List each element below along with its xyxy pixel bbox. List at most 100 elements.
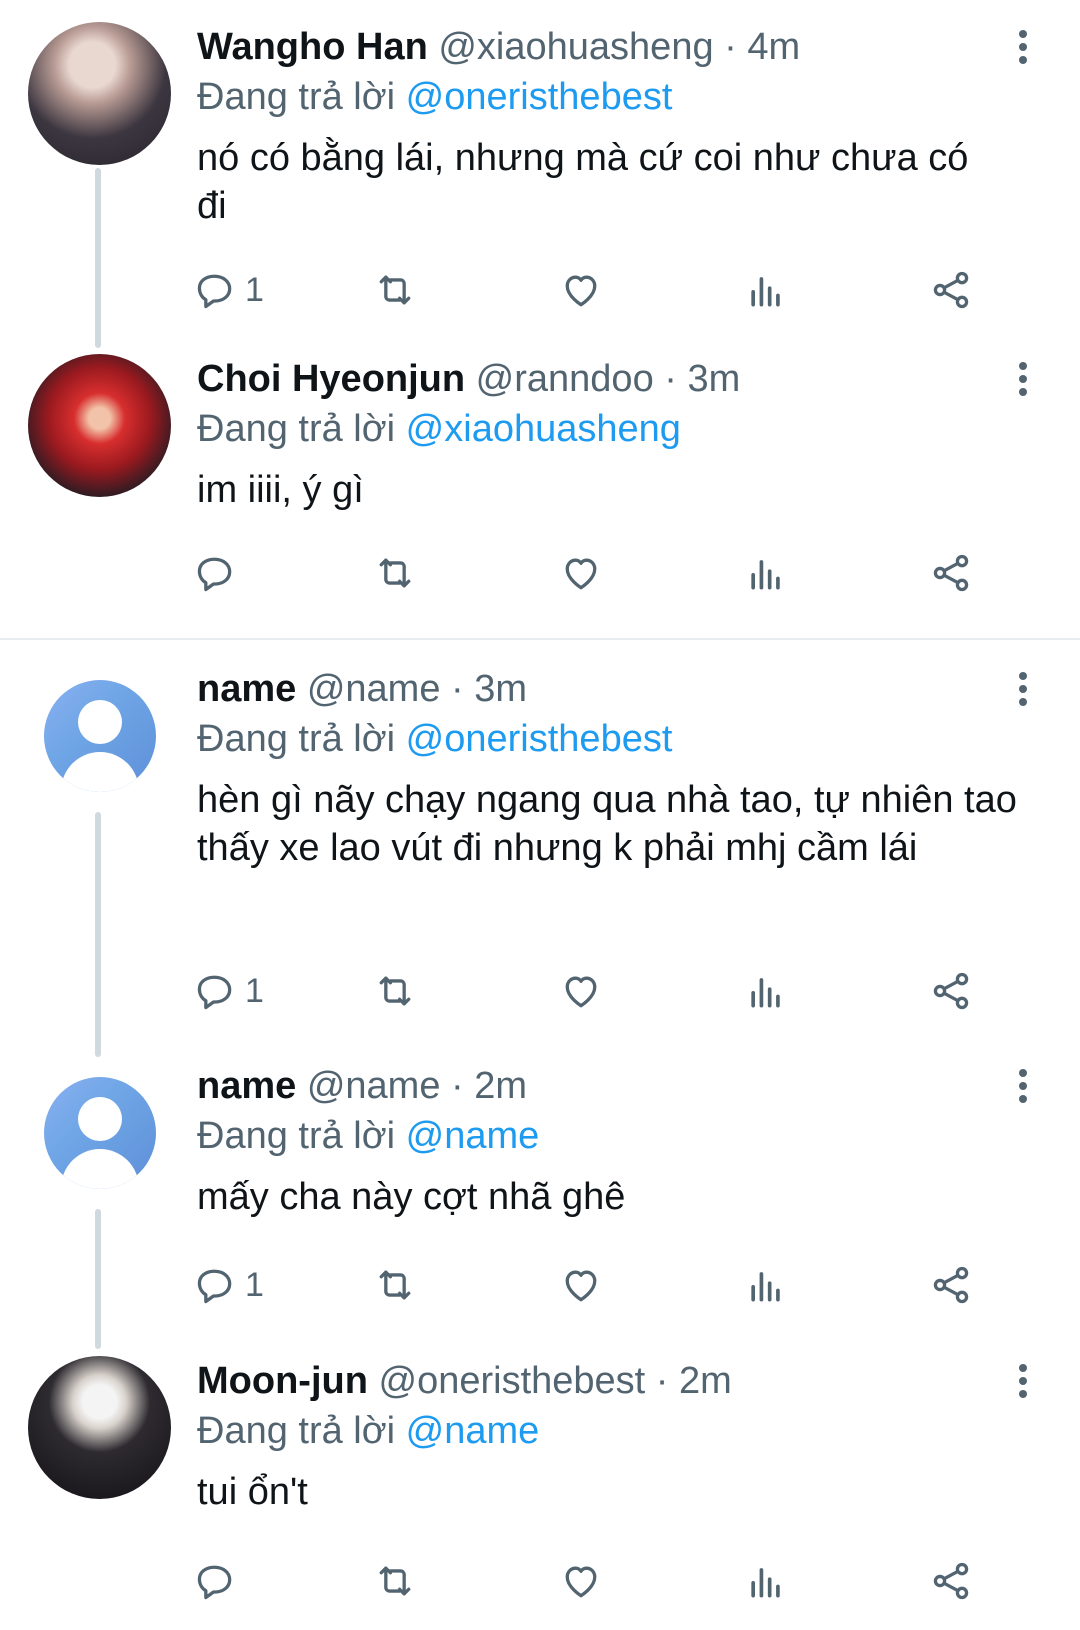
share-icon <box>933 972 969 1010</box>
separator-dot: · <box>724 26 737 68</box>
reply-icon <box>197 1269 232 1304</box>
author-handle[interactable]: @ranndoo <box>476 358 654 400</box>
author-handle[interactable]: @xiaohuasheng <box>438 26 713 68</box>
reply-mention[interactable]: @oneristhebest <box>406 76 673 118</box>
views-icon <box>751 560 780 590</box>
retweet-button[interactable] <box>373 966 417 1016</box>
reply-prefix: Đang trả lời <box>197 408 396 450</box>
more-icon[interactable] <box>1016 1364 1030 1403</box>
avatar[interactable] <box>44 1077 156 1189</box>
separator-dot: · <box>664 358 677 400</box>
reply-button[interactable] <box>193 1556 245 1606</box>
share-icon <box>933 1266 969 1304</box>
reply-button[interactable]: 1 <box>193 265 264 315</box>
views-button[interactable] <box>744 966 788 1016</box>
author-handle[interactable]: @oneristhebest <box>379 1360 646 1402</box>
timestamp[interactable]: 3m <box>474 668 527 710</box>
author-handle[interactable]: @name <box>307 1065 441 1107</box>
default-avatar-body <box>61 1149 139 1189</box>
like-button[interactable] <box>559 548 603 598</box>
retweet-icon <box>379 275 411 305</box>
reply-mention[interactable]: @xiaohuasheng <box>406 408 681 450</box>
like-icon <box>565 558 597 590</box>
reply-icon <box>197 557 232 592</box>
timestamp[interactable]: 4m <box>747 26 800 68</box>
like-button[interactable] <box>559 1556 603 1606</box>
avatar[interactable] <box>28 1356 171 1499</box>
more-icon[interactable] <box>1016 1069 1030 1108</box>
more-icon[interactable] <box>1016 672 1030 711</box>
reply-prefix: Đang trả lời <box>197 1115 396 1157</box>
thread-line <box>95 812 101 1057</box>
tweet-text: hèn gì nãy chạy ngang qua nhà tao, tự nh… <box>197 779 1017 869</box>
retweet-icon <box>379 558 411 588</box>
author-name[interactable]: name <box>197 1065 296 1107</box>
reply-button[interactable]: 1 <box>193 1260 264 1310</box>
share-button[interactable] <box>929 265 973 315</box>
reply-context: Đang trả lời @xiaohuasheng <box>197 406 1020 452</box>
share-icon <box>933 271 969 309</box>
like-button[interactable] <box>559 966 603 1016</box>
views-icon <box>751 978 780 1008</box>
author-name[interactable]: Choi Hyeonjun <box>197 358 465 400</box>
tweet-text: tui ổn't <box>197 1471 308 1513</box>
default-avatar-body <box>61 752 139 792</box>
avatar[interactable] <box>28 22 171 165</box>
more-icon[interactable] <box>1016 30 1030 69</box>
reply-prefix: Đang trả lời <box>197 1410 396 1452</box>
share-icon <box>933 554 969 592</box>
separator-dot: · <box>451 1065 464 1107</box>
more-icon[interactable] <box>1016 362 1030 401</box>
reply-mention[interactable]: @name <box>406 1410 540 1452</box>
action-bar <box>193 1556 993 1606</box>
retweet-button[interactable] <box>373 1556 417 1606</box>
thread-line <box>95 1209 101 1349</box>
avatar[interactable] <box>28 354 171 497</box>
reply-icon <box>197 975 232 1010</box>
retweet-button[interactable] <box>373 1260 417 1310</box>
share-button[interactable] <box>929 966 973 1016</box>
like-button[interactable] <box>559 1260 603 1310</box>
share-button[interactable] <box>929 548 973 598</box>
like-icon <box>565 275 597 307</box>
views-button[interactable] <box>744 265 788 315</box>
views-button[interactable] <box>744 1260 788 1310</box>
tweet-header: Wangho Han @xiaohuasheng · 4m <box>197 24 1020 70</box>
thread-divider <box>0 638 1080 640</box>
retweet-button[interactable] <box>373 548 417 598</box>
like-button[interactable] <box>559 265 603 315</box>
action-bar <box>193 548 993 598</box>
reply-icon <box>197 274 232 309</box>
tweet-text: nó có bằng lái, nhưng mà cứ coi như chưa… <box>197 137 969 227</box>
avatar[interactable] <box>44 680 156 792</box>
views-button[interactable] <box>744 1556 788 1606</box>
share-button[interactable] <box>929 1556 973 1606</box>
reply-button[interactable]: 1 <box>193 966 264 1016</box>
reply-context: Đang trả lời @name <box>197 1408 1020 1454</box>
timestamp[interactable]: 2m <box>474 1065 527 1107</box>
reply-count: 1 <box>245 971 264 1010</box>
reply-prefix: Đang trả lời <box>197 76 396 118</box>
views-icon <box>751 1568 780 1598</box>
author-name[interactable]: Wangho Han <box>197 26 428 68</box>
timestamp[interactable]: 2m <box>679 1360 732 1402</box>
reply-prefix: Đang trả lời <box>197 718 396 760</box>
reply-mention[interactable]: @oneristhebest <box>406 718 673 760</box>
timestamp[interactable]: 3m <box>688 358 741 400</box>
tweet-header: Moon-jun @oneristhebest · 2m <box>197 1358 1020 1404</box>
separator-dot: · <box>451 668 464 710</box>
action-bar: 1 <box>193 265 993 315</box>
share-button[interactable] <box>929 1260 973 1310</box>
views-icon <box>751 1272 780 1302</box>
author-name[interactable]: name <box>197 668 296 710</box>
action-bar: 1 <box>193 1260 993 1310</box>
views-button[interactable] <box>744 548 788 598</box>
reply-button[interactable] <box>193 548 245 598</box>
author-name[interactable]: Moon-jun <box>197 1360 368 1402</box>
reply-mention[interactable]: @name <box>406 1115 540 1157</box>
author-handle[interactable]: @name <box>307 668 441 710</box>
like-icon <box>565 1270 597 1302</box>
retweet-button[interactable] <box>373 265 417 315</box>
tweet-header: Choi Hyeonjun @ranndoo · 3m <box>197 356 1020 402</box>
reply-icon <box>197 1565 232 1600</box>
